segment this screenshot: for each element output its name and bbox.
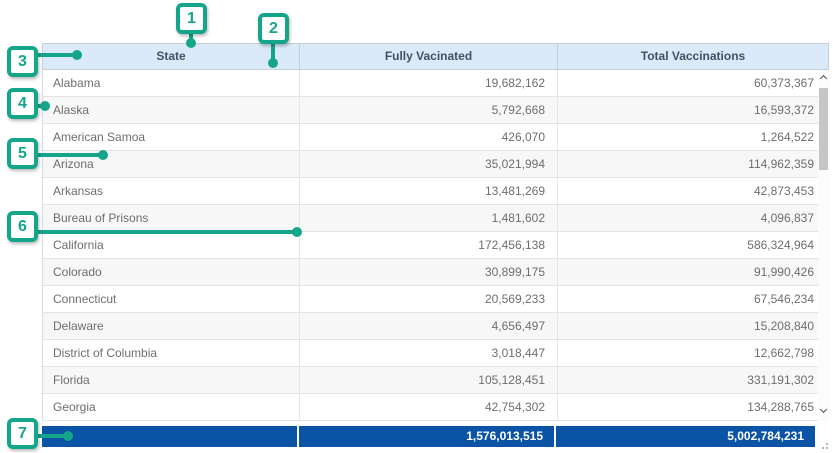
cell-state: District of Columbia (43, 340, 300, 366)
annotation-callout-1: 1 (176, 3, 207, 34)
table-row[interactable]: Arizona 35,021,994 114,962,359 (43, 151, 828, 178)
table-header-row: State Fully Vacinated Total Vaccinations (42, 43, 829, 70)
callout-1-label: 1 (187, 10, 196, 28)
cell-total-vaccinations: 16,593,372 (558, 97, 828, 123)
vertical-scrollbar[interactable] (818, 70, 829, 421)
table-body: Alabama 19,682,162 60,373,367 Alaska 5,7… (42, 70, 829, 421)
table-row[interactable]: Colorado 30,899,175 91,990,426 (43, 259, 828, 286)
callout-7-label: 7 (18, 425, 27, 443)
cell-fully-vaccinated: 13,481,269 (300, 178, 558, 204)
column-header-fully-vaccinated[interactable]: Fully Vacinated (300, 44, 558, 69)
callout-2-label: 2 (269, 20, 278, 38)
cell-total-vaccinations: 60,373,367 (558, 70, 828, 96)
cell-fully-vaccinated: 30,899,175 (300, 259, 558, 285)
cell-fully-vaccinated: 5,792,668 (300, 97, 558, 123)
table-row[interactable]: Alabama 19,682,162 60,373,367 (43, 70, 828, 97)
table-row[interactable]: Alaska 5,792,668 16,593,372 (43, 97, 828, 124)
cell-fully-vaccinated: 105,128,451 (300, 367, 558, 393)
cell-state: Alaska (43, 97, 300, 123)
cell-state: Colorado (43, 259, 300, 285)
callout-2-anchor-dot (268, 58, 278, 68)
cell-total-vaccinations: 134,288,765 (558, 394, 828, 420)
resize-grip-icon[interactable] (820, 441, 828, 449)
screenshot-root: State Fully Vacinated Total Vaccinations… (0, 0, 833, 453)
cell-fully-vaccinated: 3,018,447 (300, 340, 558, 366)
cell-fully-vaccinated: 35,021,994 (300, 151, 558, 177)
callout-5-connector (30, 153, 104, 157)
totals-row: 1,576,013,515 5,002,784,231 (42, 426, 815, 447)
callout-3-anchor-dot (72, 50, 82, 60)
callout-4-label: 4 (18, 95, 27, 113)
scrollbar-thumb[interactable] (819, 88, 828, 170)
table-row[interactable]: Georgia 42,754,302 134,288,765 (43, 394, 828, 421)
cell-state: Florida (43, 367, 300, 393)
scroll-up-button[interactable] (818, 71, 829, 85)
annotation-callout-4: 4 (7, 88, 38, 119)
annotation-callout-6: 6 (7, 211, 38, 242)
cell-total-vaccinations: 15,208,840 (558, 313, 828, 339)
table-row[interactable]: District of Columbia 3,018,447 12,662,79… (43, 340, 828, 367)
table-row[interactable]: American Samoa 426,070 1,264,522 (43, 124, 828, 151)
cell-total-vaccinations: 4,096,837 (558, 205, 828, 231)
cell-state: California (43, 232, 300, 258)
cell-state: American Samoa (43, 124, 300, 150)
column-header-total-vaccinations[interactable]: Total Vaccinations (558, 44, 828, 69)
cell-state: Georgia (43, 394, 300, 420)
annotation-callout-3: 3 (7, 46, 38, 77)
chevron-down-icon (820, 406, 827, 413)
table-row[interactable]: Arkansas 13,481,269 42,873,453 (43, 178, 828, 205)
totals-cell-state (42, 426, 299, 447)
cell-total-vaccinations: 67,546,234 (558, 286, 828, 312)
callout-3-label: 3 (18, 53, 27, 71)
table-row[interactable]: California 172,456,138 586,324,964 (43, 232, 828, 259)
table-row[interactable]: Connecticut 20,569,233 67,546,234 (43, 286, 828, 313)
list-table: State Fully Vacinated Total Vaccinations… (42, 43, 829, 447)
cell-total-vaccinations: 586,324,964 (558, 232, 828, 258)
cell-state: Alabama (43, 70, 300, 96)
callout-5-label: 5 (18, 145, 27, 163)
table-row[interactable]: Florida 105,128,451 331,191,302 (43, 367, 828, 394)
cell-fully-vaccinated: 1,481,602 (300, 205, 558, 231)
scroll-down-button[interactable] (818, 405, 829, 419)
cell-total-vaccinations: 114,962,359 (558, 151, 828, 177)
callout-4-anchor-dot (40, 101, 50, 111)
callout-1-anchor-dot (186, 38, 196, 48)
callout-7-anchor-dot (63, 431, 73, 441)
cell-total-vaccinations: 91,990,426 (558, 259, 828, 285)
annotation-callout-2: 2 (258, 13, 289, 44)
cell-fully-vaccinated: 172,456,138 (300, 232, 558, 258)
cell-fully-vaccinated: 426,070 (300, 124, 558, 150)
callout-6-label: 6 (18, 218, 27, 236)
table-row[interactable]: Bureau of Prisons 1,481,602 4,096,837 (43, 205, 828, 232)
cell-fully-vaccinated: 42,754,302 (300, 394, 558, 420)
callout-5-anchor-dot (98, 150, 108, 160)
callout-6-anchor-dot (292, 227, 302, 237)
cell-fully-vaccinated: 20,569,233 (300, 286, 558, 312)
totals-cell-fully-vaccinated: 1,576,013,515 (299, 426, 556, 447)
cell-state: Connecticut (43, 286, 300, 312)
cell-total-vaccinations: 42,873,453 (558, 178, 828, 204)
totals-cell-total-vaccinations: 5,002,784,231 (556, 426, 815, 447)
cell-state: Arkansas (43, 178, 300, 204)
callout-6-connector (30, 230, 298, 234)
cell-total-vaccinations: 1,264,522 (558, 124, 828, 150)
cell-fully-vaccinated: 4,656,497 (300, 313, 558, 339)
chevron-up-icon (820, 75, 827, 82)
cell-state: Bureau of Prisons (43, 205, 300, 231)
annotation-callout-7: 7 (7, 418, 38, 449)
cell-total-vaccinations: 12,662,798 (558, 340, 828, 366)
cell-state: Delaware (43, 313, 300, 339)
annotation-callout-5: 5 (7, 138, 38, 169)
table-row[interactable]: Delaware 4,656,497 15,208,840 (43, 313, 828, 340)
cell-total-vaccinations: 331,191,302 (558, 367, 828, 393)
cell-fully-vaccinated: 19,682,162 (300, 70, 558, 96)
